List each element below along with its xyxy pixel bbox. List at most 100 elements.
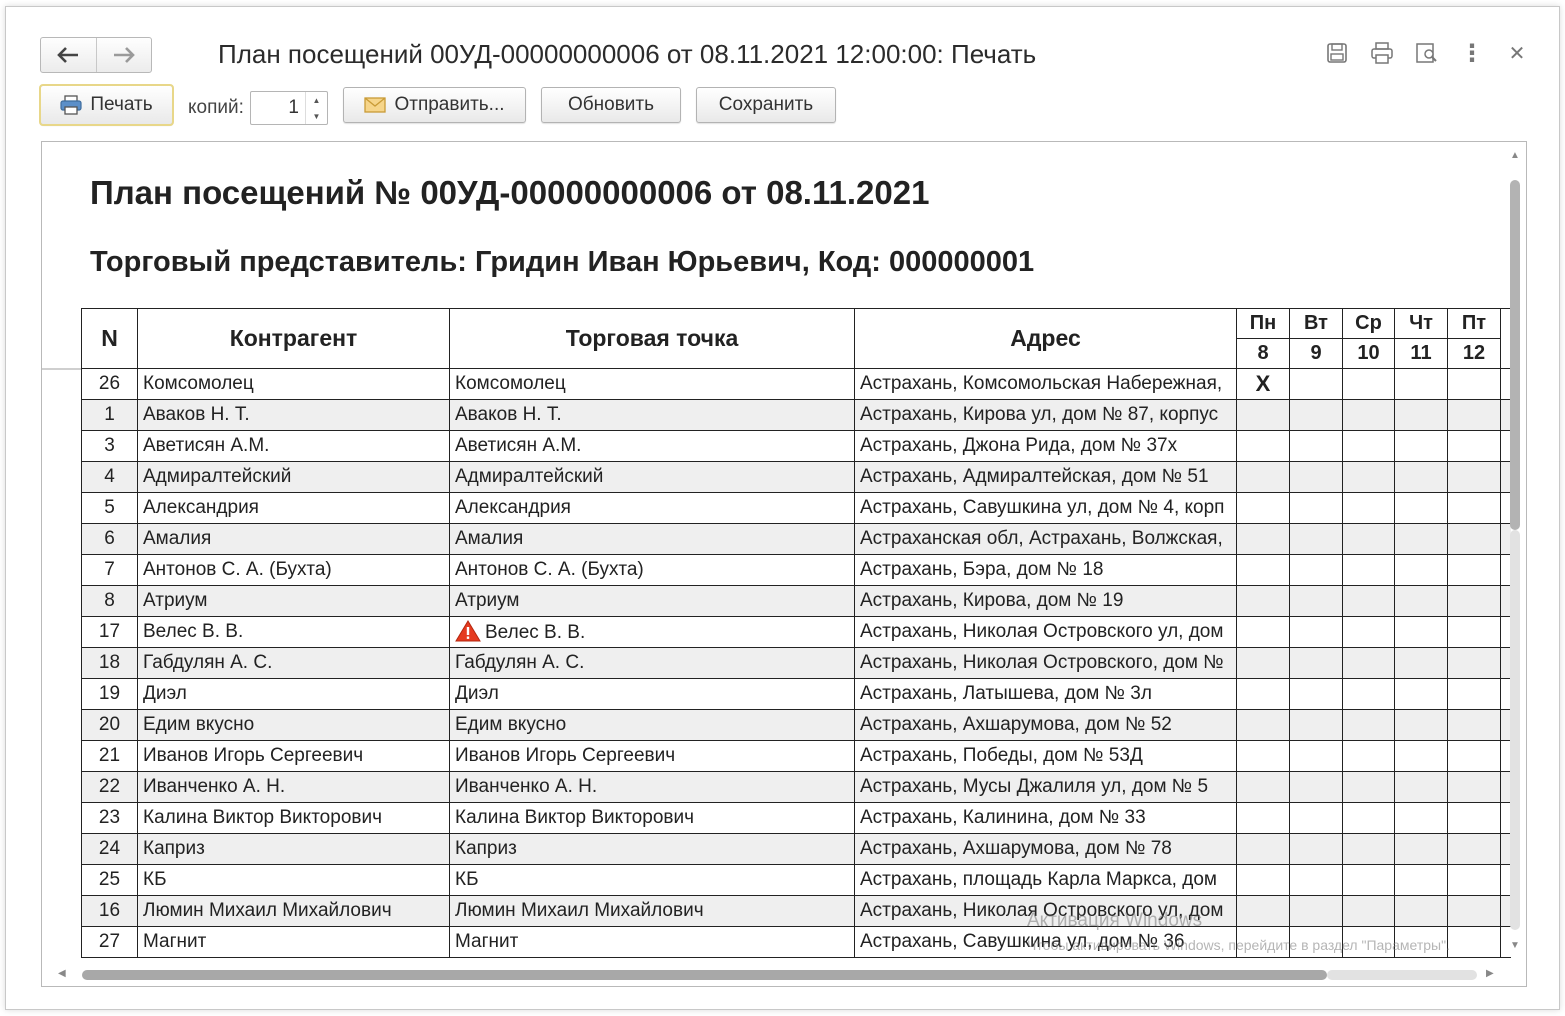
row-day-tue[interactable] (1289, 895, 1343, 927)
row-address[interactable]: Астрахань, Бэра, дом № 18 (854, 554, 1237, 586)
row-number[interactable]: 23 (81, 802, 138, 834)
row-number[interactable]: 4 (81, 461, 138, 493)
row-day-tue[interactable] (1289, 864, 1343, 896)
vertical-scroll-track[interactable] (1510, 530, 1520, 930)
row-number[interactable]: 25 (81, 864, 138, 896)
refresh-button[interactable]: Обновить (541, 87, 681, 123)
row-outlet[interactable]: Иванов Игорь Сергеевич (449, 740, 855, 772)
row-day-mon[interactable] (1236, 678, 1290, 710)
row-address[interactable]: Астрахань, Николая Островского, дом № (854, 647, 1237, 679)
spin-up-icon[interactable]: ▲ (306, 92, 327, 108)
row-day-mon[interactable] (1236, 864, 1290, 896)
row-outlet[interactable]: Люмин Михаил Михайлович (449, 895, 855, 927)
row-counterparty[interactable]: Александрия (137, 492, 450, 524)
copies-stepper[interactable]: 1 ▲ ▼ (250, 91, 328, 125)
row-day-wed[interactable] (1342, 368, 1395, 400)
row-counterparty[interactable]: Люмин Михаил Михайлович (137, 895, 450, 927)
scroll-up-icon[interactable]: ▲ (1508, 150, 1522, 161)
row-counterparty[interactable]: Аваков Н. Т. (137, 399, 450, 431)
row-day-mon[interactable] (1236, 430, 1290, 462)
print-button[interactable]: Печать (39, 84, 174, 126)
row-day-tue[interactable] (1289, 771, 1343, 803)
row-outlet[interactable]: Велес В. В. (449, 616, 855, 648)
scroll-left-icon[interactable]: ◀ (58, 968, 66, 979)
row-address[interactable]: Астрахань, Адмиралтейская, дом № 51 (854, 461, 1237, 493)
row-day-tue[interactable] (1289, 802, 1343, 834)
row-day-wed[interactable] (1342, 554, 1395, 586)
row-day-fri[interactable] (1447, 926, 1501, 958)
row-day-wed[interactable] (1342, 647, 1395, 679)
row-day-wed[interactable] (1342, 802, 1395, 834)
row-day-wed[interactable] (1342, 585, 1395, 617)
row-day-wed[interactable] (1342, 430, 1395, 462)
row-number[interactable]: 3 (81, 430, 138, 462)
row-day-tue[interactable] (1289, 430, 1343, 462)
row-day-mon[interactable] (1236, 492, 1290, 524)
row-day-tue[interactable] (1289, 678, 1343, 710)
row-day-mon[interactable] (1236, 461, 1290, 493)
save-button[interactable]: Сохранить (696, 87, 836, 123)
row-day-wed[interactable] (1342, 740, 1395, 772)
row-day-wed[interactable] (1342, 771, 1395, 803)
row-day-fri[interactable] (1447, 430, 1501, 462)
row-day-thu[interactable] (1394, 740, 1448, 772)
row-day-thu[interactable] (1394, 802, 1448, 834)
row-address[interactable]: Астрахань, Победы, дом № 53Д (854, 740, 1237, 772)
row-address[interactable]: Астрахань, Калинина, дом № 33 (854, 802, 1237, 834)
row-address[interactable]: Астрахань, Николая Островского ул, дом (854, 616, 1237, 648)
row-number[interactable]: 6 (81, 523, 138, 555)
row-address[interactable]: Астрахань, Кирова ул, дом № 87, корпус (854, 399, 1237, 431)
row-outlet[interactable]: Адмиралтейский (449, 461, 855, 493)
row-day-tue[interactable] (1289, 368, 1343, 400)
row-day-wed[interactable] (1342, 833, 1395, 865)
row-number[interactable]: 24 (81, 833, 138, 865)
row-counterparty[interactable]: КБ (137, 864, 450, 896)
row-day-thu[interactable] (1394, 554, 1448, 586)
row-day-fri[interactable] (1447, 399, 1501, 431)
row-day-wed[interactable] (1342, 492, 1395, 524)
row-day-tue[interactable] (1289, 647, 1343, 679)
row-day-fri[interactable] (1447, 895, 1501, 927)
row-day-mon[interactable] (1236, 833, 1290, 865)
preview-icon[interactable] (1415, 41, 1439, 65)
row-day-thu[interactable] (1394, 833, 1448, 865)
row-address[interactable]: Астрахань, Комсомольская Набережная, (854, 368, 1237, 400)
row-counterparty[interactable]: Габдулян А. С. (137, 647, 450, 679)
close-icon[interactable]: ✕ (1505, 41, 1529, 65)
row-counterparty[interactable]: Велес В. В. (137, 616, 450, 648)
row-outlet[interactable]: Аваков Н. Т. (449, 399, 855, 431)
row-address[interactable]: Астрахань, Ахшарумова, дом № 52 (854, 709, 1237, 741)
row-day-thu[interactable] (1394, 461, 1448, 493)
send-button[interactable]: Отправить... (343, 87, 526, 123)
row-day-fri[interactable] (1447, 554, 1501, 586)
row-counterparty[interactable]: Иванченко А. Н. (137, 771, 450, 803)
row-day-fri[interactable] (1447, 771, 1501, 803)
row-day-mon[interactable] (1236, 585, 1290, 617)
row-address[interactable]: Астрахань, Ахшарумова, дом № 78 (854, 833, 1237, 865)
row-day-mon[interactable] (1236, 647, 1290, 679)
horizontal-scroll-thumb[interactable] (82, 970, 1327, 980)
row-day-thu[interactable] (1394, 709, 1448, 741)
row-day-mon[interactable] (1236, 616, 1290, 648)
row-day-mon[interactable] (1236, 554, 1290, 586)
row-day-fri[interactable] (1447, 368, 1501, 400)
row-day-fri[interactable] (1447, 833, 1501, 865)
row-address[interactable]: Астрахань, Савушкина ул, дом № 4, корп (854, 492, 1237, 524)
scroll-right-icon[interactable]: ▶ (1486, 968, 1494, 979)
row-day-thu[interactable] (1394, 678, 1448, 710)
row-outlet[interactable]: Александрия (449, 492, 855, 524)
row-day-tue[interactable] (1289, 523, 1343, 555)
row-day-fri[interactable] (1447, 523, 1501, 555)
more-icon[interactable]: ⋮ (1460, 40, 1484, 67)
row-address[interactable]: Астрахань, Кирова, дом № 19 (854, 585, 1237, 617)
row-address[interactable]: Астрахань, площадь Карла Маркса, дом (854, 864, 1237, 896)
row-day-fri[interactable] (1447, 802, 1501, 834)
scroll-down-icon[interactable]: ▼ (1508, 940, 1522, 951)
row-day-wed[interactable] (1342, 399, 1395, 431)
row-address[interactable]: Астрахань, Мусы Джалиля ул, дом № 5 (854, 771, 1237, 803)
row-day-wed[interactable] (1342, 461, 1395, 493)
row-outlet[interactable]: Каприз (449, 833, 855, 865)
row-day-thu[interactable] (1394, 368, 1448, 400)
row-day-fri[interactable] (1447, 616, 1501, 648)
row-counterparty[interactable]: Антонов С. А. (Бухта) (137, 554, 450, 586)
